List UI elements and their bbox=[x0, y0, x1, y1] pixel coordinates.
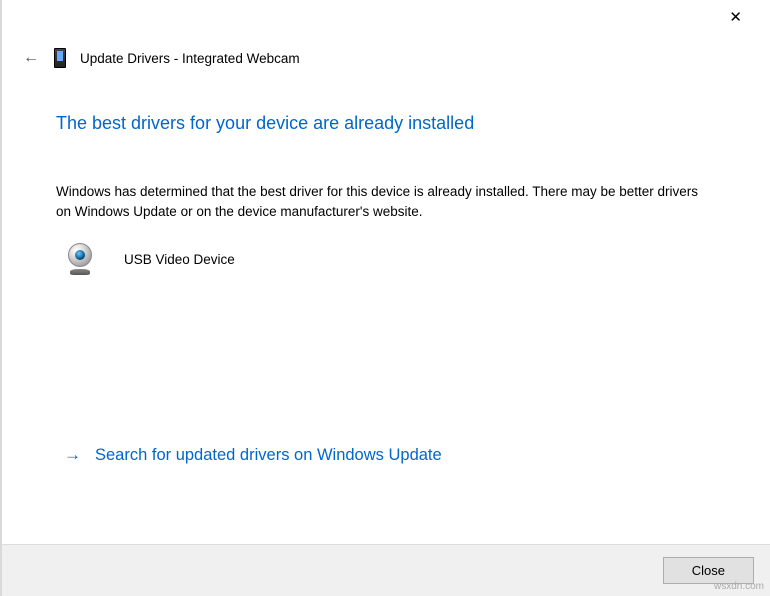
device-row: USB Video Device bbox=[56, 243, 716, 275]
webcam-icon bbox=[64, 243, 96, 275]
close-button[interactable]: Close bbox=[663, 557, 754, 584]
windows-update-link-text: Search for updated drivers on Windows Up… bbox=[95, 446, 442, 465]
device-name-label: USB Video Device bbox=[124, 252, 235, 267]
dialog-header: ← Update Drivers - Integrated Webcam bbox=[2, 38, 770, 68]
titlebar: ✕ bbox=[2, 0, 770, 38]
back-arrow-icon[interactable]: ← bbox=[22, 49, 40, 67]
dialog-footer: Close bbox=[2, 544, 770, 596]
device-type-icon bbox=[54, 48, 66, 68]
status-description: Windows has determined that the best dri… bbox=[56, 182, 716, 221]
status-heading: The best drivers for your device are alr… bbox=[56, 113, 716, 134]
windows-update-link[interactable]: → Search for updated drivers on Windows … bbox=[56, 445, 716, 465]
watermark: wsxdn.com bbox=[714, 581, 764, 592]
close-icon[interactable]: ✕ bbox=[721, 6, 750, 29]
update-drivers-dialog: ✕ ← Update Drivers - Integrated Webcam T… bbox=[0, 0, 770, 596]
arrow-right-icon: → bbox=[64, 445, 81, 465]
dialog-title: Update Drivers - Integrated Webcam bbox=[80, 51, 300, 66]
dialog-content: The best drivers for your device are alr… bbox=[2, 68, 770, 544]
